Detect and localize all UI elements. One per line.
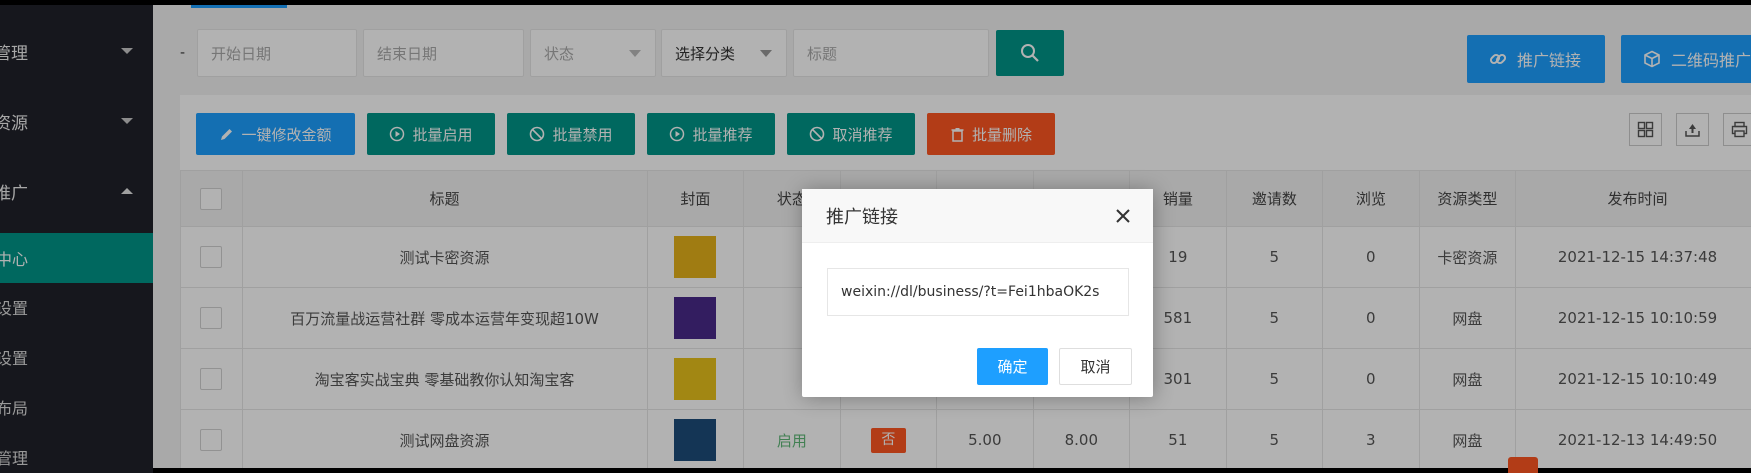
cancel-button[interactable]: 取消 <box>1059 348 1132 385</box>
confirm-button[interactable]: 确定 <box>977 348 1048 385</box>
promo-link-dialog: 推广链接 weixin://dl/business/?t=Fei1hbaOK2s… <box>802 189 1153 397</box>
dialog-header: 推广链接 <box>802 189 1153 243</box>
promo-link-field[interactable]: weixin://dl/business/?t=Fei1hbaOK2s <box>827 268 1129 316</box>
close-icon[interactable] <box>1113 206 1133 226</box>
dialog-title: 推广链接 <box>826 206 898 228</box>
